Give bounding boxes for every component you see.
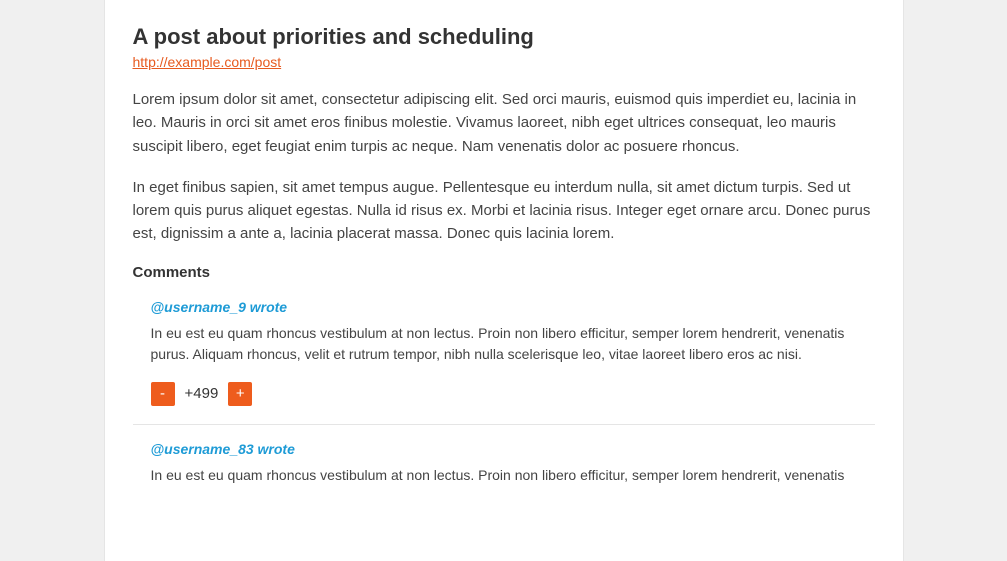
upvote-button[interactable]: + xyxy=(228,382,252,406)
post-title: A post about priorities and scheduling xyxy=(133,24,875,50)
post-body: Lorem ipsum dolor sit amet, consectetur … xyxy=(133,88,875,246)
comment-author[interactable]: @username_9 wrote xyxy=(151,299,875,315)
downvote-button[interactable]: - xyxy=(151,382,175,406)
comment: @username_9 wrote In eu est eu quam rhon… xyxy=(133,299,875,425)
comment-body: In eu est eu quam rhoncus vestibulum at … xyxy=(151,323,875,366)
comments-heading: Comments xyxy=(133,264,875,281)
vote-row: - +499 + xyxy=(151,382,875,406)
post-paragraph: In eget finibus sapien, sit amet tempus … xyxy=(133,176,875,246)
post-url-link[interactable]: http://example.com/post xyxy=(133,54,282,70)
comment-author[interactable]: @username_83 wrote xyxy=(151,441,875,457)
post-paragraph: Lorem ipsum dolor sit amet, consectetur … xyxy=(133,88,875,158)
vote-score: +499 xyxy=(185,385,219,402)
comment-body: In eu est eu quam rhoncus vestibulum at … xyxy=(151,465,875,487)
comment: @username_83 wrote In eu est eu quam rho… xyxy=(133,441,875,521)
post-card: A post about priorities and scheduling h… xyxy=(104,0,904,561)
